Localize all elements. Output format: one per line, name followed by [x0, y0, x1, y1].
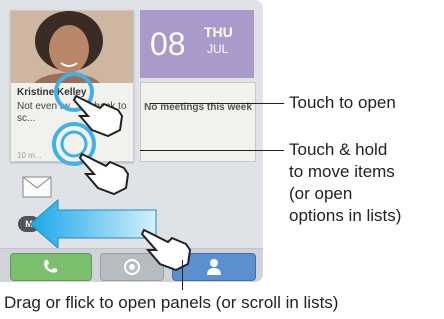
phone-screen: Kristine Kelley Not even tw... go back t… — [0, 0, 263, 282]
person-icon — [207, 259, 221, 275]
date-widget[interactable]: 08 THU JUL — [140, 10, 254, 78]
callout-line-hold — [140, 150, 284, 151]
phone-icon — [44, 260, 57, 273]
callout-hold-2: to move items — [289, 162, 395, 181]
contact-time: 10 m... — [17, 151, 42, 160]
callout-hold-3: (or open — [289, 184, 353, 203]
tap-hand-icon — [72, 94, 124, 138]
mail-icon[interactable] — [22, 176, 52, 198]
dock — [0, 248, 263, 282]
callout-drag: Drag or flick to open panels (or scroll … — [4, 293, 339, 312]
callout-line-touch — [150, 103, 284, 104]
date-day: 08 — [150, 26, 186, 62]
phone-button[interactable] — [10, 253, 92, 281]
date-month: JUL — [207, 42, 229, 56]
drag-hand-icon — [140, 228, 192, 272]
callout-hold-1: Touch & hold — [289, 140, 388, 159]
callout-touch-open: Touch to open — [289, 93, 396, 112]
callout-line-drag — [182, 260, 183, 290]
hold-hand-icon — [78, 152, 130, 196]
date-weekday: THU — [204, 24, 233, 40]
callout-hold-4: options in lists) — [289, 206, 402, 225]
